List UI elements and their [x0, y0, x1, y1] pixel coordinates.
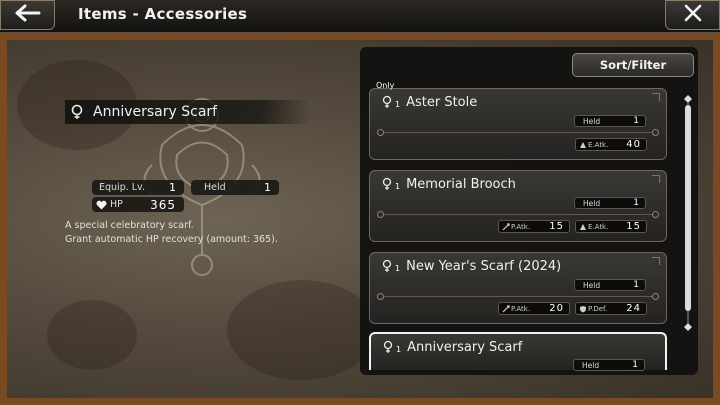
physical-attack-icon	[502, 223, 510, 231]
card-divider	[377, 129, 659, 136]
held-value: 1	[632, 360, 638, 370]
stat-chip-p-def: P.Def. 24	[575, 302, 647, 315]
held-label: Held	[204, 182, 226, 193]
description-line-2: Grant automatic HP recovery (amount: 365…	[65, 234, 278, 245]
stat-label: E.Atk.	[588, 223, 609, 231]
card-title: 1 Memorial Brooch	[382, 176, 516, 192]
item-card-new-years-scarf[interactable]: 1 New Year's Scarf (2024) Held 1 P.Atk. …	[369, 252, 667, 324]
stat-value: 24	[626, 303, 641, 314]
close-button[interactable]	[665, 0, 720, 30]
hp-value: 365	[150, 197, 176, 212]
held-value: 1	[633, 280, 639, 290]
item-name: Anniversary Scarf	[407, 339, 523, 355]
held-stat: Held 1	[191, 180, 279, 195]
stat-value: 20	[549, 303, 564, 314]
card-corner	[652, 175, 660, 183]
selected-item-header: Anniversary Scarf	[65, 100, 310, 124]
stat-chip-e-atk: E.Atk. 15	[575, 220, 647, 233]
accessory-ring-icon	[383, 339, 395, 355]
accessory-ring-icon	[382, 258, 394, 274]
item-name: New Year's Scarf (2024)	[406, 258, 562, 274]
accessory-ring-icon	[382, 176, 394, 192]
stat-chip-e-atk: E.Atk. 40	[575, 138, 647, 151]
held-value: 1	[633, 198, 639, 208]
sort-filter-button[interactable]: Sort/Filter	[572, 53, 694, 77]
item-quantity: 1	[395, 182, 401, 191]
physical-attack-icon	[502, 305, 510, 313]
stat-label: P.Def.	[588, 305, 608, 313]
hp-stat: HP 365	[92, 197, 184, 212]
item-name: Aster Stole	[406, 94, 478, 110]
back-arrow-icon	[15, 4, 41, 26]
page-title: Items - Accessories	[78, 5, 248, 23]
item-name: Memorial Brooch	[406, 176, 516, 192]
card-corner	[652, 257, 660, 265]
held-label: Held	[583, 117, 601, 126]
accessory-ring-icon	[382, 94, 394, 110]
item-card-anniversary-scarf[interactable]: 1 Anniversary Scarf Held 1	[369, 332, 667, 371]
item-description: A special celebratory scarf. Grant autom…	[65, 219, 278, 247]
scroll-thumb[interactable]	[685, 105, 691, 311]
held-value: 1	[633, 116, 639, 126]
held-pill: Held 1	[574, 115, 646, 127]
card-title: 1 New Year's Scarf (2024)	[382, 258, 561, 274]
held-pill: Held 1	[573, 359, 645, 371]
equip-level-stat: Equip. Lv. 1	[92, 180, 184, 195]
card-corner	[652, 93, 660, 101]
card-divider	[377, 293, 659, 300]
scroll-down-icon[interactable]	[684, 323, 692, 331]
item-quantity: 1	[396, 345, 402, 354]
held-label: Held	[582, 361, 600, 370]
ether-attack-icon	[580, 142, 586, 148]
equip-level-value: 1	[169, 181, 176, 194]
ether-attack-icon	[580, 224, 586, 230]
description-line-1: A special celebratory scarf.	[65, 220, 194, 231]
item-quantity: 1	[395, 264, 401, 273]
item-quantity: 1	[395, 100, 401, 109]
stat-value: 15	[549, 221, 564, 232]
held-pill: Held 1	[574, 279, 646, 291]
held-label: Held	[583, 199, 601, 208]
equip-level-label: Equip. Lv.	[99, 182, 145, 193]
item-card-aster-stole[interactable]: Only 1 Aster Stole Held 1 E.Atk. 40	[369, 81, 667, 160]
heart-icon	[96, 200, 107, 210]
hp-label: HP	[110, 199, 123, 210]
held-pill: Held 1	[574, 197, 646, 209]
held-value: 1	[264, 181, 271, 194]
back-button[interactable]	[0, 0, 55, 30]
top-bar: Items - Accessories	[0, 0, 720, 33]
stat-label: P.Atk.	[511, 223, 531, 231]
physical-defense-icon	[580, 306, 586, 313]
stat-label: P.Atk.	[511, 305, 531, 313]
stat-chip-p-atk: P.Atk. 20	[498, 302, 570, 315]
accessory-ring-icon	[65, 100, 89, 124]
card-title: 1 Aster Stole	[382, 94, 477, 110]
stat-value: 15	[626, 221, 641, 232]
scroll-up-icon[interactable]	[684, 95, 692, 103]
held-label: Held	[583, 281, 601, 290]
card-divider	[377, 211, 659, 218]
stat-label: E.Atk.	[588, 141, 609, 149]
stat-value: 40	[626, 139, 641, 150]
item-card-memorial-brooch[interactable]: 1 Memorial Brooch Held 1 P.Atk. 15 E.Atk…	[369, 170, 667, 242]
card-title: 1 Anniversary Scarf	[383, 339, 522, 355]
only-tag: Only	[376, 81, 395, 90]
selected-item-name: Anniversary Scarf	[93, 104, 218, 120]
list-scrollbar[interactable]	[684, 95, 692, 331]
stat-chip-p-atk: P.Atk. 15	[498, 220, 570, 233]
close-icon	[684, 4, 702, 26]
